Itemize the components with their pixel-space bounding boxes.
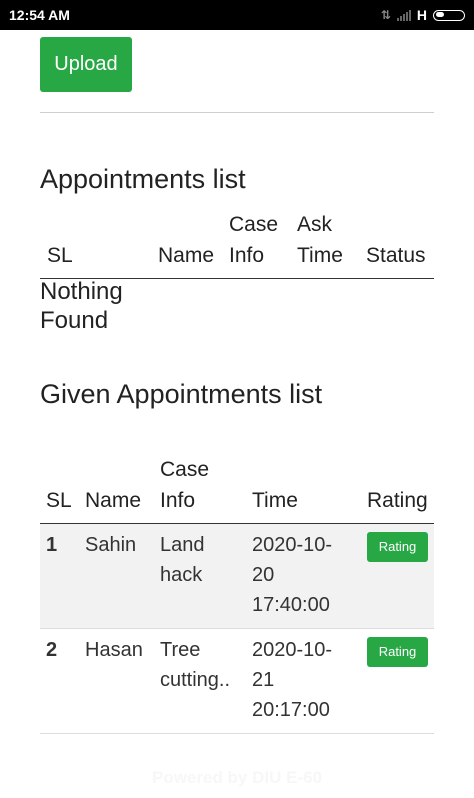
rating-button[interactable]: Rating (367, 531, 428, 562)
upload-button[interactable]: Upload (40, 37, 132, 92)
given-header-row: SL Name Case Info Time Rating (40, 424, 434, 523)
row-sl: 2 (46, 638, 58, 661)
row-time: 2020-10-20 17:40:00 (252, 533, 333, 616)
col-case-info: Case Info (229, 213, 279, 267)
data-arrows-icon: ⇅ (380, 8, 391, 22)
row-action: Rating (361, 523, 434, 628)
empty-message: Nothing Found (40, 278, 123, 334)
row-case-info: Land hack (160, 533, 205, 586)
appointments-table: SL Name Case Info Ask Time Status (40, 209, 434, 279)
clock: 12:54 AM (9, 7, 70, 23)
divider (40, 112, 434, 113)
row-name: Sahin (85, 533, 137, 556)
col-name: Name (158, 244, 215, 267)
row-name: Hasan (85, 638, 143, 661)
footer-text: Powered by DIU E-60 (151, 768, 323, 787)
row-action: Rating (361, 628, 434, 733)
col-rating: Rating (367, 488, 428, 512)
table-row: 1 Sahin Land hack 2020-10-20 17:40:00 Ra… (40, 523, 434, 628)
network-type: H (416, 7, 427, 23)
row-case-info: Tree cutting.. (160, 638, 231, 691)
appointments-title: Appointments list (40, 164, 246, 194)
signal-icon (396, 9, 411, 21)
col-case-info: Case Info (160, 457, 210, 512)
battery-icon (433, 9, 465, 21)
row-sl: 1 (46, 533, 58, 556)
col-name: Name (85, 488, 142, 512)
given-appointments-table: SL Name Case Info Time Rating 1 Sahin La… (40, 424, 434, 734)
status-bar: 12:54 AM ⇅ H (0, 0, 474, 30)
appointments-header-row: SL Name Case Info Ask Time Status (40, 209, 434, 279)
col-sl: SL (46, 488, 72, 512)
rating-button[interactable]: Rating (367, 636, 428, 667)
col-ask-time: Ask Time (297, 213, 343, 267)
table-row: 2 Hasan Tree cutting.. 2020-10-21 20:17:… (40, 628, 434, 733)
col-sl: SL (47, 244, 73, 267)
given-appointments-title: Given Appointments list (40, 379, 323, 409)
status-icons: ⇅ H (381, 7, 465, 23)
row-time: 2020-10-21 20:17:00 (252, 638, 333, 721)
col-time: Time (252, 488, 298, 512)
col-status: Status (366, 244, 426, 267)
